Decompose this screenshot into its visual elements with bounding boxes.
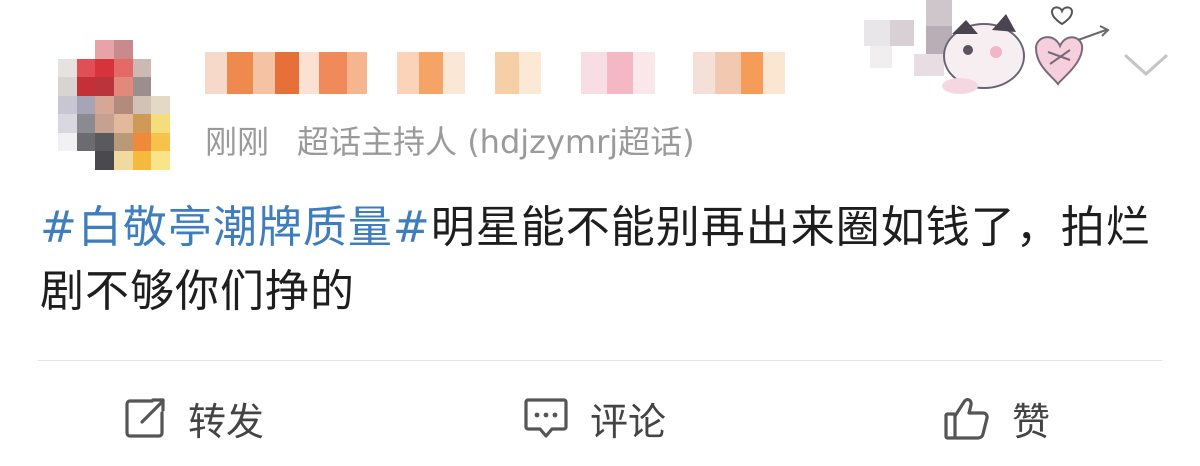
post-content: #白敬亭潮牌质量#明星能不能别再出来圈如钱了，拍烂剧不够你们挣的 bbox=[40, 196, 1160, 324]
repost-label: 转发 bbox=[188, 399, 265, 444]
chevron-down-icon[interactable] bbox=[1120, 44, 1172, 84]
divider bbox=[38, 360, 1162, 361]
post-timestamp: 刚刚 bbox=[205, 123, 270, 161]
comment-label: 评论 bbox=[590, 399, 667, 444]
thumbs-up-icon bbox=[944, 398, 989, 440]
like-label: 赞 bbox=[1012, 399, 1051, 444]
decorative-sticker-icon bbox=[864, 0, 1110, 94]
username-blurred[interactable] bbox=[205, 52, 805, 94]
weibo-post-card: 刚刚 超话主持人 (hdjzymrj超话) #白敬亭潮牌质量#明星能不能别再出来… bbox=[0, 0, 1200, 466]
topic-hashtag-link[interactable]: #白敬亭潮牌质量# bbox=[40, 202, 431, 253]
repost-button[interactable]: 转发 bbox=[122, 388, 264, 448]
share-edit-icon bbox=[125, 398, 165, 438]
action-bar: 转发 评论 赞 bbox=[0, 372, 1200, 466]
post-meta: 刚刚 超话主持人 (hdjzymrj超话) bbox=[205, 116, 695, 164]
comment-bubble-icon bbox=[524, 398, 568, 438]
comment-button[interactable]: 评论 bbox=[522, 388, 666, 448]
avatar[interactable] bbox=[58, 40, 170, 170]
like-button[interactable]: 赞 bbox=[942, 388, 1050, 448]
post-source[interactable]: 超话主持人 (hdjzymrj超话) bbox=[297, 117, 695, 163]
